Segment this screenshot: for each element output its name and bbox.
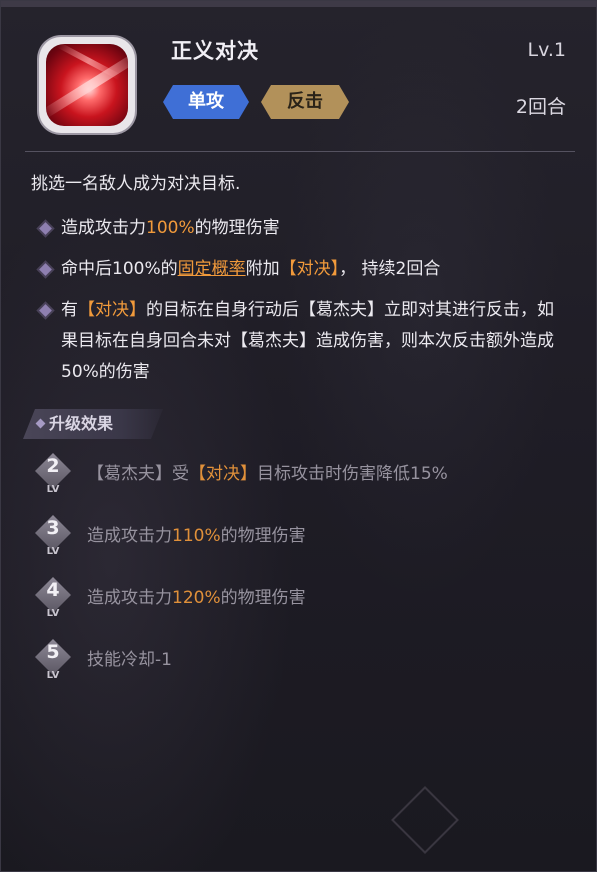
skill-detail-panel: 正义对决 Lv.1 单攻 反击 2回合 挑选一名敌人成为对决目标. 造成攻击力1… [0, 0, 597, 872]
upgrade-row-lv3: 3 LV 造成攻击力110%的物理伤害 [31, 513, 571, 563]
corner-diamond-icon [391, 786, 459, 854]
skill-icon [39, 37, 135, 133]
diamond-bullet-icon [39, 263, 52, 276]
skill-name: 正义对决 [171, 39, 259, 63]
upgrade-effects-header: 升级效果 [23, 409, 163, 439]
effect-bullet-1: 造成攻击力100%的物理伤害 [39, 213, 559, 244]
top-border [1, 1, 597, 7]
tag-counter: 反击 [261, 85, 349, 119]
skill-duration: 2回合 [515, 96, 566, 118]
diamond-icon [35, 418, 46, 429]
diamond-bullet-icon [39, 304, 52, 317]
diamond-bullet-icon [39, 222, 52, 235]
tag-single-target: 单攻 [163, 85, 249, 119]
effect-bullet-3: 有【对决】的目标在自身行动后【葛杰夫】立即对其进行反击，如果目标在自身回合未对【… [39, 295, 559, 388]
red-slash-icon [46, 44, 128, 126]
fixed-probability-link[interactable]: 固定概率 [178, 259, 246, 279]
divider [25, 151, 575, 152]
effect-bullet-2: 命中后100%的固定概率附加【对决】， 持续2回合 [39, 254, 559, 285]
skill-intro: 挑选一名敌人成为对决目标. [31, 174, 241, 194]
upgrade-row-lv2: 2 LV 【葛杰夫】受【对决】目标攻击时伤害降低15% [31, 451, 571, 501]
upgrade-row-lv5: 5 LV 技能冷却-1 [31, 637, 571, 687]
upgrade-row-lv4: 4 LV 造成攻击力120%的物理伤害 [31, 575, 571, 625]
skill-level: Lv.1 [527, 39, 566, 61]
